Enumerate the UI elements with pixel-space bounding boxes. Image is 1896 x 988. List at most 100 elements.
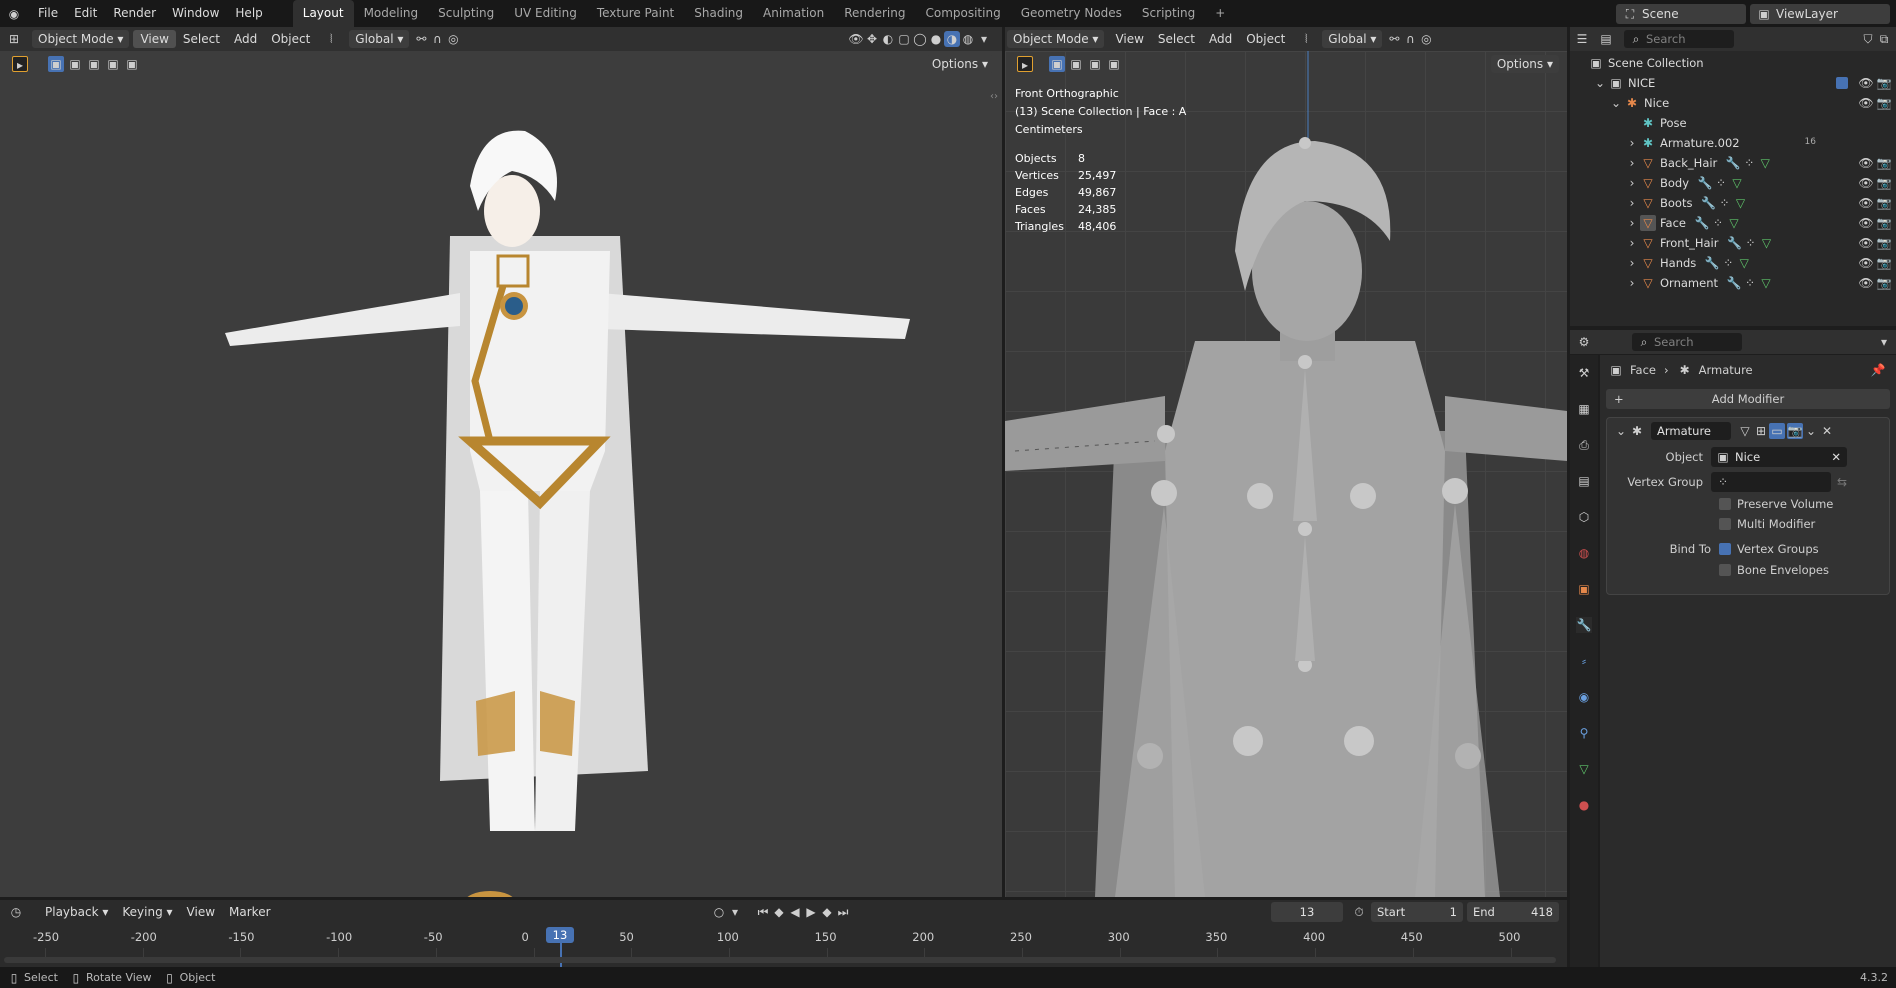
menu-help[interactable]: Help [227,0,270,27]
invert-vertex-group-icon[interactable]: ⇆ [1837,475,1847,489]
right-snap-icon[interactable]: ⚯ [1386,31,1402,47]
tab-rendering[interactable]: Rendering [834,0,915,27]
clear-object-icon[interactable]: ✕ [1831,450,1841,464]
right-menu-view[interactable]: View [1108,30,1150,48]
outliner-row-armature-data[interactable]: › ✱ Armature.002 16 [1570,133,1896,153]
left-mode-dropdown[interactable]: Object Mode ▾ [32,30,130,48]
object-tab-icon[interactable]: ▣ [1576,581,1592,597]
filter-icon[interactable]: ⛉ [1860,31,1876,47]
constraints-tab-icon[interactable]: ⚲ [1576,725,1592,741]
right-viewport[interactable]: ▸ ▣ ▣ ▣ ▣ Options ▾ Front Orthographic (… [1005,51,1567,897]
new-collection-icon[interactable]: ⧉ [1876,31,1892,47]
xray-icon[interactable]: ▢ [896,31,912,47]
chevron-right-icon[interactable]: › [1624,215,1640,231]
chevron-right-icon[interactable]: › [1624,255,1640,271]
object-field[interactable]: ▣ Nice ✕ [1711,446,1847,467]
editor-type-icon[interactable]: ⊞ [6,31,22,47]
gizmo-icon[interactable]: ✥ [864,31,880,47]
select-mode-intersect-icon[interactable]: ▣ [124,56,140,72]
tab-sculpting[interactable]: Sculpting [428,0,504,27]
shading-rendered-icon[interactable]: ◍ [960,31,976,47]
right-mode-dropdown[interactable]: Object Mode ▾ [1007,30,1105,48]
output-tab-icon[interactable]: ⎙ [1576,437,1592,453]
overlay-icon[interactable]: ◐ [880,31,896,47]
tab-animation[interactable]: Animation [753,0,834,27]
left-menu-select[interactable]: Select [176,30,227,48]
camera-icon[interactable]: 📷 [1876,175,1892,191]
chevron-down-icon[interactable]: ⌄ [1608,95,1624,111]
camera-icon[interactable]: 📷 [1876,235,1892,251]
outliner-row-pose[interactable]: ✱ Pose [1570,113,1896,133]
scene-selector[interactable]: ⛶ Scene [1616,3,1746,24]
physics-tab-icon[interactable]: ◉ [1576,689,1592,705]
collection-checkbox[interactable] [1836,77,1848,89]
right-menu-select[interactable]: Select [1151,30,1202,48]
left-menu-view[interactable]: View [133,30,176,48]
eye-icon[interactable]: 👁 [1858,275,1874,291]
eye-icon[interactable]: 👁 [1858,175,1874,191]
outliner-editor-icon[interactable]: ☰ [1574,31,1590,47]
left-viewport[interactable]: ‹› [0,51,1002,897]
outliner-row-object[interactable]: › ▽ Body 🔧 ⁘ ▽ 👁 📷 [1570,173,1896,193]
outliner-row-object[interactable]: › ▽ Ornament 🔧 ⁘ ▽ 👁 📷 [1570,273,1896,293]
outliner-row-object[interactable]: › ▽ Hands 🔧 ⁘ ▽ 👁 📷 [1570,253,1896,273]
chevron-down-icon[interactable]: ⌄ [1613,423,1629,439]
close-icon[interactable]: ✕ [1819,423,1835,439]
right-magnet-icon[interactable]: ∩ [1402,31,1418,47]
world-tab-icon[interactable]: ◍ [1576,545,1592,561]
menu-file[interactable]: File [30,0,66,27]
view-layer-tab-icon[interactable]: ▤ [1576,473,1592,489]
pin-icon[interactable]: 📌 [1870,362,1886,378]
menu-window[interactable]: Window [164,0,227,27]
shading-wireframe-icon[interactable]: ◯ [912,31,928,47]
shading-solid-icon[interactable]: ● [928,31,944,47]
properties-editor-icon[interactable]: ⚙ [1576,334,1592,350]
right-select-invert-icon[interactable]: ▣ [1106,56,1122,72]
menu-edit[interactable]: Edit [66,0,105,27]
chevron-right-icon[interactable]: › [1624,155,1640,171]
multi-modifier-row[interactable]: Multi Modifier [1607,514,1889,534]
magnet-icon[interactable]: ∩ [429,31,445,47]
preserve-volume-row[interactable]: Preserve Volume [1607,494,1889,514]
chevron-right-icon[interactable]: › [1624,175,1640,191]
shading-material-icon[interactable]: ◑ [944,31,960,47]
eye-icon[interactable]: 👁 [1858,155,1874,171]
snap-icon[interactable]: ⚯ [413,31,429,47]
tab-uv-editing[interactable]: UV Editing [504,0,587,27]
outliner-row-object[interactable]: › ▽ Face 🔧 ⁘ ▽ 👁 📷 [1570,213,1896,233]
left-viewport-resize-handle[interactable]: ‹› [990,91,1002,103]
outliner-row-armature[interactable]: ⌄ ✱ Nice 👁 📷 [1570,93,1896,113]
eye-icon[interactable]: 👁 [1858,235,1874,251]
visibility-icon[interactable]: 👁 [848,31,864,47]
chevron-right-icon[interactable]: › [1624,195,1640,211]
add-workspace-icon[interactable]: + [1205,0,1235,27]
modifier-menu-icon[interactable]: ⌄ [1803,423,1819,439]
select-mode-new-icon[interactable]: ▣ [48,56,64,72]
playhead-marker[interactable]: 13 [546,927,574,943]
chevron-right-icon[interactable]: › [1624,235,1640,251]
left-orientation-dropdown[interactable]: Global ▾ [349,30,410,48]
left-menu-object[interactable]: Object [264,30,317,48]
right-proportional-icon[interactable]: ◎ [1418,31,1434,47]
left-menu-add[interactable]: Add [227,30,264,48]
material-tab-icon[interactable]: ● [1576,797,1592,813]
tab-compositing[interactable]: Compositing [915,0,1010,27]
right-pivot-icon[interactable]: ⦚ [1298,31,1314,47]
camera-icon[interactable]: 📷 [1876,95,1892,111]
outliner-search-input[interactable]: ⌕ Search [1624,30,1734,48]
eye-icon[interactable]: 👁 [1858,255,1874,271]
camera-icon[interactable]: 📷 [1876,215,1892,231]
eye-icon[interactable]: 👁 [1858,215,1874,231]
tab-scripting[interactable]: Scripting [1132,0,1205,27]
camera-icon[interactable]: 📷 [1876,195,1892,211]
right-menu-object[interactable]: Object [1239,30,1292,48]
vertex-groups-checkbox[interactable] [1719,543,1731,555]
tool-tab-icon[interactable]: ⚒ [1576,365,1592,381]
viewport-toggle-icon[interactable]: ▭ [1769,423,1785,439]
modifier-name-field[interactable]: Armature [1651,422,1731,440]
blender-logo-icon[interactable]: ◉ [6,6,22,22]
right-select-subtract-icon[interactable]: ▣ [1087,56,1103,72]
outliner-row-object[interactable]: › ▽ Boots 🔧 ⁘ ▽ 👁 📷 [1570,193,1896,213]
multi-modifier-checkbox[interactable] [1719,518,1731,530]
outliner-row-object[interactable]: › ▽ Front_Hair 🔧 ⁘ ▽ 👁 📷 [1570,233,1896,253]
